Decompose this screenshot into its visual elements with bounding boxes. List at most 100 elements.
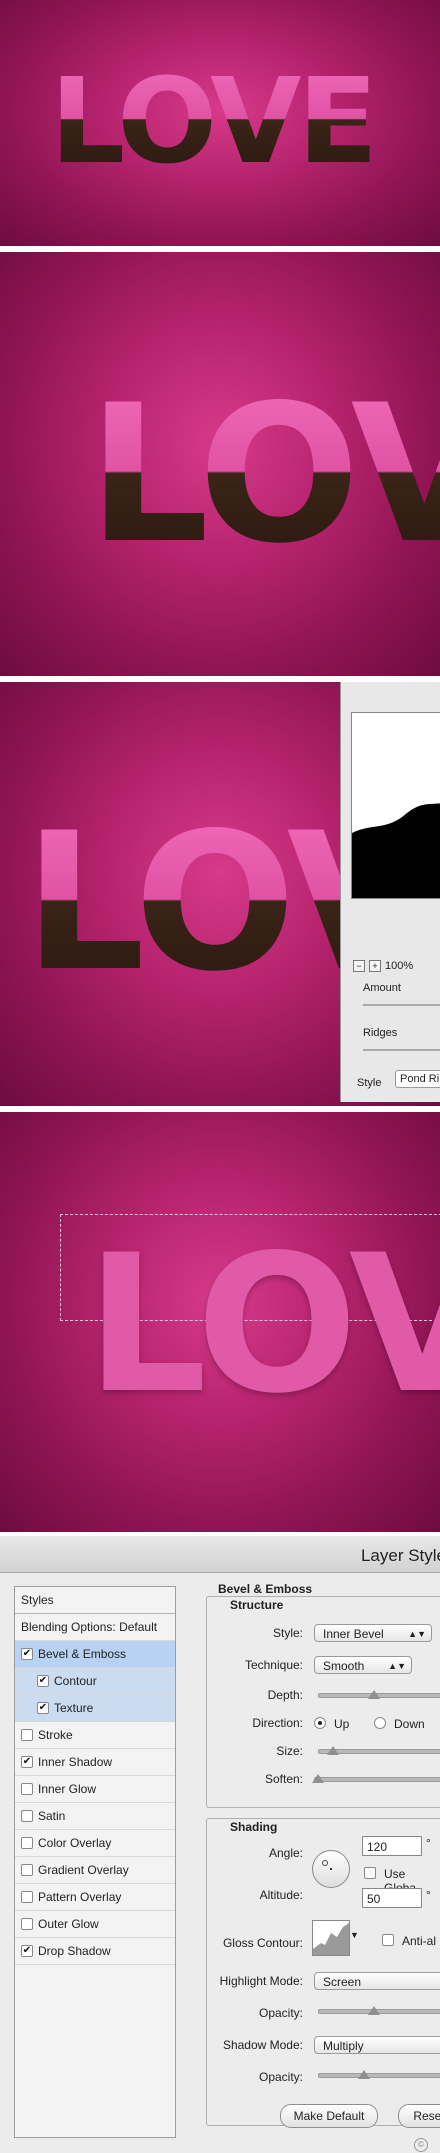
anti-aliased-label: Anti-al bbox=[402, 1934, 437, 1948]
love-text-chocolate-zoomed: LOVE bbox=[88, 380, 440, 570]
highlight-mode-label: Highlight Mode: bbox=[219, 1974, 303, 1988]
dialog-title: Layer Style bbox=[360, 1546, 440, 1565]
style-item-outer-glow[interactable]: Outer Glow bbox=[15, 1911, 175, 1938]
altitude-label: Altitude: bbox=[259, 1888, 303, 1902]
style-item-label: Stroke bbox=[38, 1728, 73, 1742]
bevel-emboss-title: Bevel & Emboss bbox=[218, 1582, 313, 1596]
style-item-blending-options-default[interactable]: Blending Options: Default bbox=[15, 1614, 175, 1641]
altitude-input[interactable]: 50 bbox=[362, 1888, 422, 1908]
style-item-label: Inner Shadow bbox=[38, 1755, 113, 1769]
direction-up-label: Up bbox=[334, 1717, 350, 1731]
technique-label: Technique: bbox=[244, 1658, 303, 1672]
style-checkbox[interactable] bbox=[21, 1864, 33, 1876]
make-default-button[interactable]: Make Default bbox=[280, 2104, 378, 2128]
direction-down-radio[interactable] bbox=[374, 1717, 386, 1729]
shadow-mode-label: Shadow Mode: bbox=[222, 2038, 303, 2052]
style-item-label: Bevel & Emboss bbox=[38, 1647, 127, 1661]
highlight-opacity-thumb[interactable] bbox=[368, 2006, 380, 2015]
style-item-inner-shadow[interactable]: ✔ Inner Shadow bbox=[15, 1749, 175, 1776]
style-item-gradient-overlay[interactable]: Gradient Overlay bbox=[15, 1857, 175, 1884]
angle-input[interactable]: 120 bbox=[362, 1836, 422, 1856]
zoom-out-button[interactable]: − bbox=[353, 960, 365, 972]
style-item-label: Drop Shadow bbox=[38, 1944, 111, 1958]
style-item-label: Pattern Overlay bbox=[38, 1890, 122, 1904]
style-item-bevel-emboss[interactable]: ✔ Bevel & Emboss bbox=[15, 1641, 175, 1668]
soften-label: Soften: bbox=[264, 1772, 303, 1786]
layer-style-dialog: Layer Style Styles Blending Options: Def… bbox=[0, 1536, 440, 2153]
direction-label: Direction: bbox=[252, 1716, 303, 1730]
style-checkbox[interactable] bbox=[21, 1918, 33, 1930]
angle-degree: ° bbox=[426, 1836, 431, 1850]
size-slider-thumb[interactable] bbox=[327, 1746, 339, 1755]
amount-slider[interactable] bbox=[363, 1004, 440, 1006]
shadow-opacity-thumb[interactable] bbox=[358, 2070, 370, 2079]
style-item-drop-shadow[interactable]: ✔ Drop Shadow bbox=[15, 1938, 175, 1965]
style-item-label: Color Overlay bbox=[38, 1836, 112, 1850]
style-item-label: Gradient Overlay bbox=[38, 1863, 129, 1877]
shadow-opacity-label: Opacity: bbox=[258, 2070, 303, 2084]
soften-slider-track[interactable] bbox=[314, 1777, 440, 1782]
style-item-label: Outer Glow bbox=[38, 1917, 99, 1931]
gloss-contour-label: Gloss Contour: bbox=[222, 1936, 303, 1950]
curves-panel: − + 100% Amount Ridges Style Pond Ri bbox=[340, 682, 440, 1102]
shadow-opacity-track[interactable] bbox=[318, 2073, 440, 2078]
preview-image-3: LOVE − + 100% Amount Ridges Style Pond R… bbox=[0, 682, 440, 1106]
highlight-mode-select[interactable]: Screen bbox=[314, 1972, 440, 1990]
style-item-stroke[interactable]: Stroke bbox=[15, 1722, 175, 1749]
use-global-light-checkbox[interactable] bbox=[364, 1867, 376, 1879]
style-checkbox[interactable] bbox=[21, 1729, 33, 1741]
watermark-icon: © bbox=[414, 2138, 428, 2152]
style-item-label: Texture bbox=[54, 1701, 94, 1715]
size-label: Size: bbox=[276, 1744, 303, 1758]
style-item-label: Blending Options: Default bbox=[21, 1620, 158, 1634]
style-item-inner-glow[interactable]: Inner Glow bbox=[15, 1776, 175, 1803]
love-text-flat: LOVE bbox=[86, 1214, 440, 1435]
style-item-contour[interactable]: ✔ Contour bbox=[15, 1668, 175, 1695]
style-item-color-overlay[interactable]: Color Overlay bbox=[15, 1830, 175, 1857]
style-label: Style bbox=[357, 1077, 382, 1089]
preview-image-1: LOVE bbox=[0, 0, 440, 246]
styles-list: Styles Blending Options: Default ✔ Bevel &… bbox=[14, 1586, 176, 2138]
depth-slider-thumb[interactable] bbox=[368, 1690, 380, 1699]
style-checkbox[interactable]: ✔ bbox=[37, 1702, 49, 1714]
style-item-satin[interactable]: Satin bbox=[15, 1803, 175, 1830]
style-checkbox[interactable]: ✔ bbox=[21, 1756, 33, 1768]
highlight-opacity-label: Opacity: bbox=[258, 2006, 303, 2020]
technique-select[interactable]: Smooth ▲▼ bbox=[314, 1656, 412, 1674]
style-checkbox[interactable] bbox=[21, 1783, 33, 1795]
amount-label: Amount bbox=[363, 982, 401, 994]
zoom-in-button[interactable]: + bbox=[369, 960, 381, 972]
style-item-pattern-overlay[interactable]: Pattern Overlay bbox=[15, 1884, 175, 1911]
ridges-slider[interactable] bbox=[363, 1049, 440, 1051]
style-checkbox[interactable]: ✔ bbox=[37, 1675, 49, 1687]
direction-up-radio[interactable] bbox=[314, 1717, 326, 1729]
style-checkbox[interactable] bbox=[21, 1837, 33, 1849]
gloss-contour-preview[interactable] bbox=[312, 1920, 350, 1956]
reset-button[interactable]: Reset bbox=[398, 2104, 440, 2128]
style-item-label: Satin bbox=[38, 1809, 66, 1823]
shading-title: Shading bbox=[230, 1820, 278, 1834]
dialog-titlebar: Layer Style bbox=[0, 1536, 440, 1573]
anti-aliased-checkbox[interactable] bbox=[382, 1934, 394, 1946]
style-item-label: Contour bbox=[54, 1674, 97, 1688]
shadow-mode-select[interactable]: Multiply bbox=[314, 2036, 440, 2054]
style-checkbox[interactable]: ✔ bbox=[21, 1648, 33, 1660]
preview-image-4: LOVE bbox=[0, 1112, 440, 1532]
gloss-contour-dropdown-icon[interactable]: ▼ bbox=[350, 1930, 359, 1940]
style-item-texture[interactable]: ✔ Texture bbox=[15, 1695, 175, 1722]
angle-dial[interactable] bbox=[312, 1850, 350, 1888]
contour-graph[interactable] bbox=[351, 712, 440, 899]
styles-header[interactable]: Styles bbox=[15, 1587, 175, 1614]
depth-label: Depth: bbox=[267, 1688, 303, 1702]
soften-slider-thumb[interactable] bbox=[312, 1774, 324, 1783]
ridges-label: Ridges bbox=[363, 1027, 398, 1039]
preview-image-2: LOVE bbox=[0, 252, 440, 676]
style-checkbox[interactable] bbox=[21, 1810, 33, 1822]
bevel-style-select[interactable]: Inner Bevel ▲▼ bbox=[314, 1624, 432, 1642]
zoom-value: 100% bbox=[385, 960, 414, 972]
style-checkbox[interactable] bbox=[21, 1891, 33, 1903]
structure-title: Structure bbox=[230, 1598, 284, 1612]
style-select[interactable]: Pond Ri bbox=[395, 1070, 440, 1088]
style-checkbox[interactable]: ✔ bbox=[21, 1945, 33, 1957]
angle-label: Angle: bbox=[268, 1846, 303, 1860]
